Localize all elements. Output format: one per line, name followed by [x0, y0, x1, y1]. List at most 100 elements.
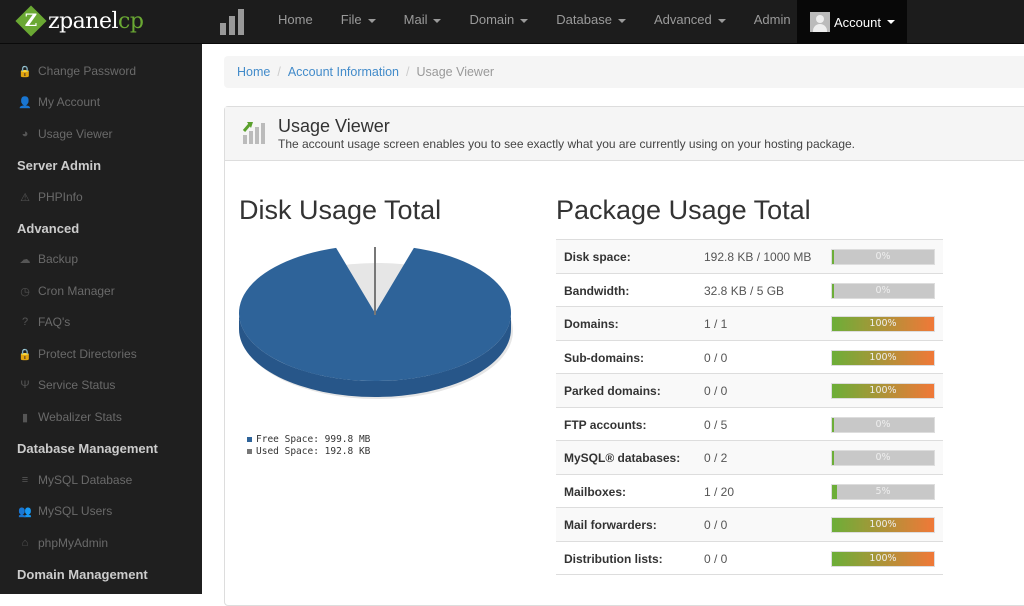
usage-progress-bar: 100% [831, 550, 935, 567]
usage-progress-bar: 100% [831, 316, 935, 332]
package-row-value: 0 / 0 [704, 518, 728, 532]
package-row-label: MySQL® databases: [564, 451, 681, 465]
lock-icon: 🔒 [18, 348, 32, 361]
package-row: Mail forwarders: 0 / 0 100% [556, 507, 943, 541]
package-row-label: Mail forwarders: [564, 518, 657, 532]
usage-progress-bar: 0% [831, 282, 935, 299]
usage-chart-icon [242, 122, 265, 144]
breadcrumb-separator: / [277, 65, 281, 79]
sidebar-item-phpinfo[interactable]: ⚠ PHPInfo [18, 187, 83, 207]
package-row-label: Disk space: [564, 250, 631, 264]
sidebar-heading: Domain Management [17, 567, 148, 582]
main-content: Home / Account Information / Usage Viewer Us… [202, 44, 1024, 606]
sidebar-item-cron-manager[interactable]: ◷ Cron Manager [18, 281, 115, 301]
sidebar-item-label: MySQL Users [38, 504, 113, 518]
panel-title: Usage Viewer [278, 116, 390, 136]
sidebar-item-label: My Account [38, 95, 101, 109]
package-row-label: FTP accounts: [564, 417, 647, 432]
brand-name: zpanel [48, 8, 119, 34]
nav-account-dropdown[interactable]: Account [797, 0, 907, 44]
cloud-upload-icon: ☁ [19, 253, 31, 266]
progress-percent: 100% [869, 519, 897, 530]
sidebar-heading: Database Management [17, 441, 158, 456]
sidebar-item-label: Cron Manager [38, 284, 115, 298]
usage-progress-bar: 100% [831, 383, 935, 399]
caret-down-icon [717, 18, 726, 23]
package-row-label: Domains: [564, 317, 619, 331]
package-row-value: 0 / 0 [704, 551, 728, 566]
nav-item-label: Mail [403, 12, 428, 27]
sidebar-item-label: Service Status [38, 378, 116, 392]
package-row: Domains: 1 / 1 100% [556, 306, 943, 340]
caret-down-icon [367, 18, 376, 23]
lock-icon: 🔒 [18, 65, 32, 78]
pie-chart-icon: ◕ [21, 128, 29, 140]
breadcrumb-account-information[interactable]: Account Information [288, 65, 399, 79]
sidebar-item-phpmyadmin[interactable]: ⌂ phpMyAdmin [18, 533, 108, 553]
sidebar-heading: Advanced [17, 221, 80, 236]
progress-percent: 0% [875, 418, 891, 430]
package-row: Sub-domains: 0 / 0 100% [556, 339, 943, 374]
sidebar-item-mysql-users[interactable]: 👥 MySQL Users [18, 501, 112, 521]
bar-chart-icon: ▮ [21, 411, 29, 424]
package-row-label: Sub-domains: [564, 350, 644, 365]
breadcrumb-usage-viewer: Usage Viewer [416, 65, 495, 79]
legend-swatch [247, 437, 252, 442]
legend-swatch [247, 449, 252, 454]
package-row-value: 32.8 KB / 5 GB [704, 283, 785, 298]
disk-usage-pie-chart [239, 247, 513, 399]
nav-menu: Home File Mail Domain Database Advanced Admin [264, 0, 819, 44]
sidebar-item-backup[interactable]: ☁ Backup [18, 249, 79, 269]
sidebar-item-label: MySQL Database [38, 473, 133, 487]
package-row: MySQL® databases: 0 / 2 0% [556, 440, 943, 474]
sidebar: 🔒 Change Password 👤 My Account ◕ Usage Viewer… [0, 44, 202, 594]
breadcrumb-home[interactable]: Home [237, 65, 270, 79]
sidebar-item-mysql-database[interactable]: ≡ MySQL Database [18, 470, 132, 490]
legend-entry: Free Space: 999.8 MB [247, 434, 370, 446]
sidebar-item-change-password[interactable]: 🔒 Change Password [18, 61, 136, 81]
sidebar-item-label: PHPInfo [38, 190, 83, 204]
usage-progress-bar: 5% [831, 483, 935, 500]
package-row: Disk space: 192.8 KB / 1000 MB 0% [556, 239, 943, 273]
sidebar-item-label: Protect Directories [38, 347, 137, 361]
package-usage-title: Package Usage Total [556, 195, 811, 225]
sidebar-item-webalizer-stats[interactable]: ▮ Webalizer Stats [18, 407, 122, 427]
progress-percent: 100% [869, 351, 897, 363]
nav-item-label: Advanced [653, 12, 712, 27]
question-icon: ? [21, 316, 29, 328]
sidebar-item-label: Backup [38, 252, 79, 266]
sidebar-item-my-account[interactable]: 👤 My Account [18, 92, 100, 112]
breadcrumb-separator: / [406, 65, 410, 79]
table-bottom-border [556, 574, 943, 575]
progress-percent: 100% [869, 552, 897, 564]
package-row: Distribution lists: 0 / 0 100% [556, 540, 943, 575]
sidebar-item-service-status[interactable]: Ψ Service Status [18, 375, 115, 395]
package-row-value: 1 / 1 [704, 317, 728, 331]
nav-item-advanced[interactable]: Advanced [640, 0, 740, 44]
sitemap-icon: ⌂ [21, 537, 29, 549]
sidebar-item-usage-viewer[interactable]: ◕ Usage Viewer [18, 124, 113, 144]
nav-item-home[interactable]: Home [264, 0, 327, 44]
nav-item-database[interactable]: Database [542, 0, 640, 44]
usage-progress-bar: 0% [831, 249, 935, 265]
package-row-value: 0 / 0 [704, 384, 728, 398]
database-icon: ≡ [21, 474, 29, 486]
nav-item-file[interactable]: File [327, 0, 390, 44]
sidebar-heading: Server Admin [17, 158, 102, 173]
package-row-value: 0 / 0 [704, 350, 728, 365]
brand-logo[interactable]: Z zpanelcp [15, 5, 144, 37]
progress-percent: 0% [875, 452, 891, 463]
legend-entry: Used Space: 192.8 KB [247, 446, 370, 458]
logo-icon: Z [15, 5, 47, 37]
nav-item-domain[interactable]: Domain [455, 0, 542, 44]
sidebar-item-faq-s[interactable]: ? FAQ's [18, 312, 70, 332]
brand-name-accent: cp [118, 8, 144, 34]
sidebar-item-protect-directories[interactable]: 🔒 Protect Directories [18, 344, 137, 364]
bar-chart-icon[interactable] [220, 7, 250, 35]
disk-usage-title: Disk Usage Total [239, 195, 442, 225]
nav-item-mail[interactable]: Mail [390, 0, 456, 44]
nav-item-label: Home [278, 12, 313, 27]
progress-percent: 100% [869, 318, 897, 329]
usage-viewer-panel: Usage Viewer The account usage screen en… [224, 106, 1024, 606]
panel-header: Usage Viewer The account usage screen en… [225, 107, 1024, 161]
